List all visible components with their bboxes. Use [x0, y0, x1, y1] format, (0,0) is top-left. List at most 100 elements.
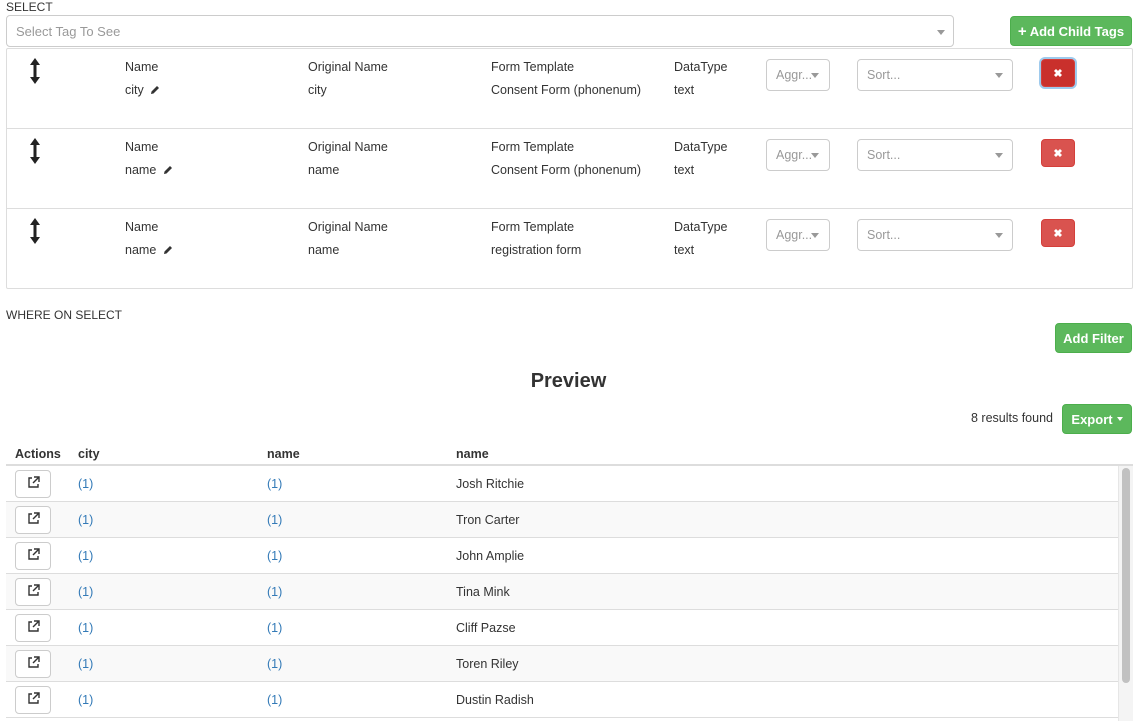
city-count-link[interactable]: (1) — [78, 549, 93, 563]
pencil-icon[interactable] — [150, 84, 160, 98]
pencil-icon[interactable] — [163, 244, 173, 258]
table-row: (1) (1) Josh Ritchie — [6, 466, 1118, 502]
open-record-button[interactable] — [15, 542, 51, 570]
open-record-button[interactable] — [15, 650, 51, 678]
column-header-actions[interactable]: Actions — [15, 447, 61, 461]
open-record-button[interactable] — [15, 686, 51, 714]
chevron-down-icon — [811, 153, 819, 158]
aggregate-dropdown[interactable]: Aggr... — [766, 59, 830, 91]
external-link-icon — [27, 476, 40, 492]
sort-placeholder: Sort... — [867, 68, 901, 82]
times-icon: ✖ — [1053, 227, 1063, 240]
table-scrollbar[interactable] — [1118, 466, 1133, 721]
select-tag-placeholder: Select Tag To See — [16, 24, 121, 39]
results-count: 8 results found — [971, 411, 1053, 425]
tag-form-template-header: Form Template — [491, 140, 575, 154]
vertical-resize-arrow-icon[interactable] — [29, 57, 41, 88]
tag-row: Name name Original Name name Form Templa… — [7, 209, 1132, 289]
chevron-down-icon — [995, 233, 1003, 238]
external-link-icon — [27, 620, 40, 636]
city-count-link[interactable]: (1) — [78, 657, 93, 671]
name-count-link[interactable]: (1) — [267, 477, 282, 491]
external-link-icon — [27, 548, 40, 564]
tag-original-name-value: city — [308, 83, 327, 97]
aggregate-placeholder: Aggr... — [776, 68, 813, 82]
name-count-link[interactable]: (1) — [267, 513, 282, 527]
table-row: (1) (1) Tron Carter — [6, 502, 1118, 538]
select-label: SELECT — [6, 0, 53, 14]
city-count-link[interactable]: (1) — [78, 621, 93, 635]
vertical-resize-arrow-icon[interactable] — [29, 137, 41, 168]
aggregate-dropdown[interactable]: Aggr... — [766, 139, 830, 171]
tag-datatype-header: DataType — [674, 60, 728, 74]
city-count-link[interactable]: (1) — [78, 585, 93, 599]
remove-tag-button[interactable]: ✖ — [1041, 139, 1075, 167]
times-icon: ✖ — [1053, 67, 1063, 80]
person-name-cell: John Amplie — [456, 549, 525, 563]
chevron-down-icon — [811, 233, 819, 238]
tag-name-value[interactable]: city — [125, 83, 160, 98]
tag-datatype-value: text — [674, 83, 695, 97]
plus-icon: + — [1017, 22, 1027, 40]
tag-name-value[interactable]: name — [125, 243, 173, 258]
open-record-button[interactable] — [15, 578, 51, 606]
add-child-tags-label: Add Child Tags — [1029, 23, 1125, 39]
name-count-link[interactable]: (1) — [267, 549, 282, 563]
person-name-cell: Toren Riley — [456, 657, 519, 671]
name-count-link[interactable]: (1) — [267, 621, 282, 635]
tag-name-header: Name — [125, 140, 159, 154]
select-tag-dropdown[interactable]: Select Tag To See — [6, 15, 954, 47]
tag-name-text: city — [125, 83, 144, 97]
tag-name-value[interactable]: name — [125, 163, 173, 178]
person-name-cell: Cliff Pazse — [456, 621, 516, 635]
external-link-icon — [27, 692, 40, 708]
table-header: Actions city name name — [6, 444, 1133, 466]
column-header-city[interactable]: city — [78, 447, 100, 461]
open-record-button[interactable] — [15, 470, 51, 498]
tag-form-template-value: registration form — [491, 243, 582, 257]
open-record-button[interactable] — [15, 614, 51, 642]
table-row: (1) (1) Dustin Radish — [6, 682, 1118, 718]
tag-name-text: name — [125, 163, 157, 177]
tag-form-template-header: Form Template — [491, 220, 575, 234]
remove-tag-button[interactable]: ✖ — [1041, 219, 1075, 247]
aggregate-placeholder: Aggr... — [776, 228, 813, 242]
sort-dropdown[interactable]: Sort... — [857, 139, 1013, 171]
tag-form-template-value: Consent Form (phonenum) — [491, 83, 642, 97]
aggregate-dropdown[interactable]: Aggr... — [766, 219, 830, 251]
city-count-link[interactable]: (1) — [78, 693, 93, 707]
name-count-link[interactable]: (1) — [267, 657, 282, 671]
city-count-link[interactable]: (1) — [78, 513, 93, 527]
tag-datatype-value: text — [674, 243, 695, 257]
scrollbar-thumb[interactable] — [1122, 468, 1130, 683]
column-header-name-2[interactable]: name — [456, 447, 489, 461]
city-count-link[interactable]: (1) — [78, 477, 93, 491]
chevron-down-icon — [995, 73, 1003, 78]
column-header-name[interactable]: name — [267, 447, 300, 461]
export-button[interactable]: Export — [1062, 404, 1132, 434]
aggregate-placeholder: Aggr... — [776, 148, 813, 162]
sort-dropdown[interactable]: Sort... — [857, 59, 1013, 91]
vertical-resize-arrow-icon[interactable] — [29, 217, 41, 248]
name-count-link[interactable]: (1) — [267, 693, 282, 707]
chevron-down-icon — [811, 73, 819, 78]
sort-dropdown[interactable]: Sort... — [857, 219, 1013, 251]
pencil-icon[interactable] — [163, 164, 173, 178]
external-link-icon — [27, 512, 40, 528]
add-filter-button[interactable]: Add Filter — [1055, 323, 1132, 353]
add-child-tags-button[interactable]: + Add Child Tags — [1010, 16, 1132, 46]
tag-row: Name city Original Name city Form Templa… — [7, 49, 1132, 129]
table-row: (1) (1) Toren Riley — [6, 646, 1118, 682]
tag-datatype-header: DataType — [674, 140, 728, 154]
tag-original-name-value: name — [308, 163, 340, 177]
tag-original-name-header: Original Name — [308, 140, 388, 154]
open-record-button[interactable] — [15, 506, 51, 534]
remove-tag-button[interactable]: ✖ — [1041, 59, 1075, 87]
table-row: (1) (1) Tina Mink — [6, 574, 1118, 610]
person-name-cell: Tron Carter — [456, 513, 520, 527]
tag-name-header: Name — [125, 60, 159, 74]
tag-original-name-header: Original Name — [308, 220, 388, 234]
name-count-link[interactable]: (1) — [267, 585, 282, 599]
person-name-cell: Dustin Radish — [456, 693, 534, 707]
tag-original-name-header: Original Name — [308, 60, 388, 74]
